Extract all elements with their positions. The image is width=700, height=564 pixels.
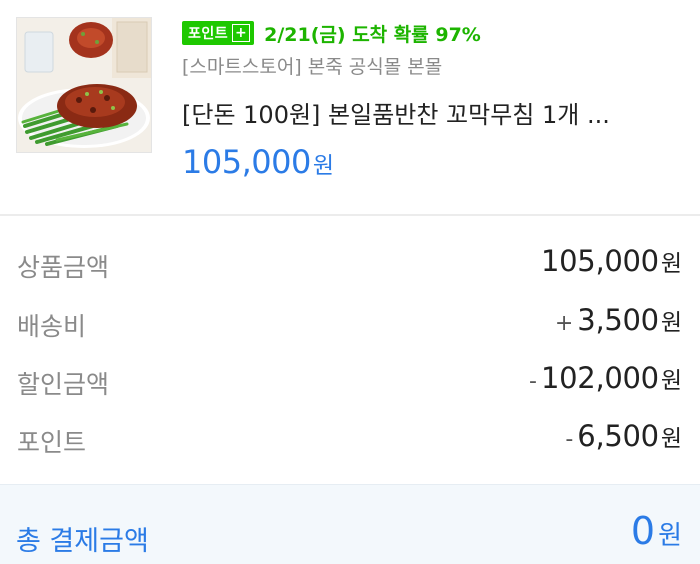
product-photo-icon [17, 18, 151, 152]
summary-value: - 6,500 원 [565, 419, 682, 453]
summary-label: 상품금액 [17, 253, 110, 282]
total-payment-value: 0 원 [631, 509, 682, 553]
summary-row-discount: 할인금액 - 102,000 원 [0, 355, 700, 405]
payment-summary: 상품금액 105,000 원 배송비 + 3,500 원 할인금액 - 102,… [0, 216, 700, 484]
summary-amount: 105,000 [541, 244, 659, 278]
summary-row-points: 포인트 - 6,500 원 [0, 413, 700, 463]
point-plus-badge: 포인트 + [182, 21, 255, 45]
plus-icon: + [232, 24, 251, 42]
summary-row-product-amount: 상품금액 105,000 원 [0, 238, 700, 288]
summary-unit: 원 [660, 368, 682, 394]
product-price-unit: 원 [312, 153, 334, 179]
plus-sign: + [554, 311, 574, 336]
point-badge-label: 포인트 [188, 26, 229, 42]
summary-amount: 102,000 [541, 361, 659, 395]
summary-label: 배송비 [17, 312, 87, 341]
summary-unit: 원 [660, 310, 682, 336]
total-amount: 0 [630, 509, 656, 553]
product-price-value: 105,000 [182, 143, 311, 181]
product-title[interactable]: [단돈 100원] 본일품반찬 꼬막무침 1개 ... [182, 95, 682, 130]
product-price: 105,000 원 [182, 143, 334, 181]
total-payment-bar: 총 결제금액 0 원 [0, 484, 700, 564]
minus-sign: - [529, 369, 537, 394]
total-payment-label: 총 결제금액 [16, 526, 149, 557]
total-unit: 원 [658, 521, 682, 551]
product-thumbnail[interactable] [16, 17, 152, 153]
badge-row: 포인트 + 2/21(금) 도착 확률 97% [182, 20, 481, 46]
summary-label: 할인금액 [17, 370, 110, 399]
summary-amount: 6,500 [577, 419, 659, 453]
summary-unit: 원 [660, 426, 682, 452]
delivery-estimate: 2/21(금) 도착 확률 97% [264, 23, 481, 46]
summary-row-shipping: 배송비 + 3,500 원 [0, 297, 700, 347]
product-card[interactable]: 포인트 + 2/21(금) 도착 확률 97% [스마트스토어] 본죽 공식몰 … [0, 0, 700, 214]
summary-label: 포인트 [17, 428, 87, 457]
summary-value: + 3,500 원 [555, 303, 682, 337]
minus-sign: - [565, 427, 574, 452]
summary-value: - 102,000 원 [529, 361, 682, 395]
summary-amount: 3,500 [577, 303, 659, 337]
summary-unit: 원 [660, 251, 682, 277]
store-name[interactable]: [스마트스토어] 본죽 공식몰 본몰 [182, 52, 442, 79]
summary-value: 105,000 원 [541, 244, 682, 278]
